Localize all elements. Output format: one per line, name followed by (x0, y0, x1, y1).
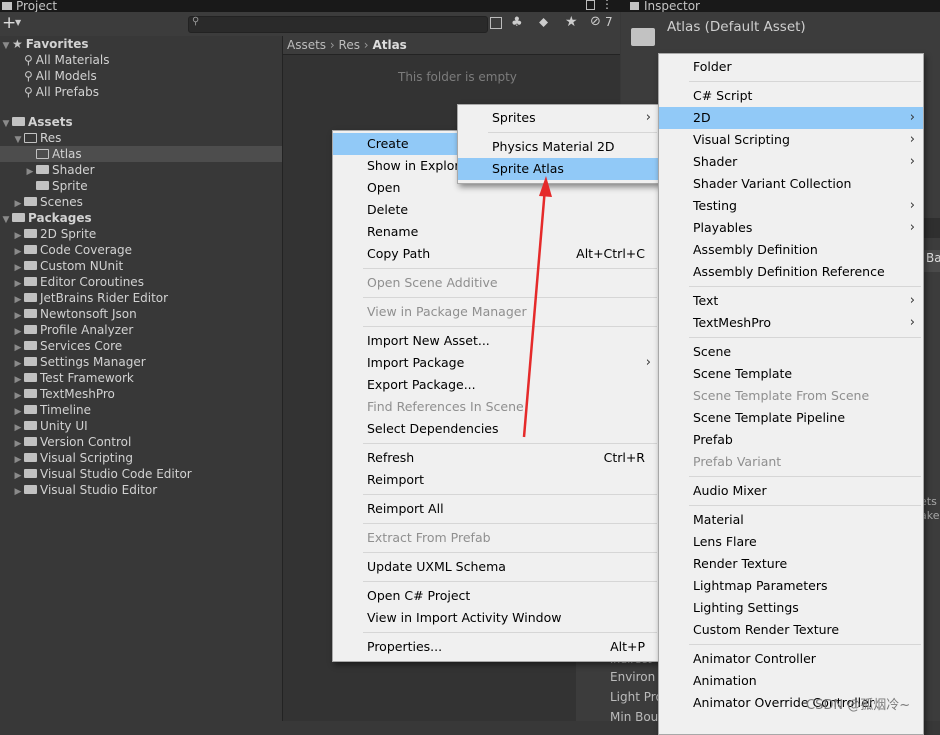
watermark: CSDN @孤烟冷~ (806, 698, 911, 713)
arrow-head-icon (539, 176, 552, 197)
annotation-arrow (522, 176, 552, 438)
arrow-shaft (522, 187, 547, 438)
